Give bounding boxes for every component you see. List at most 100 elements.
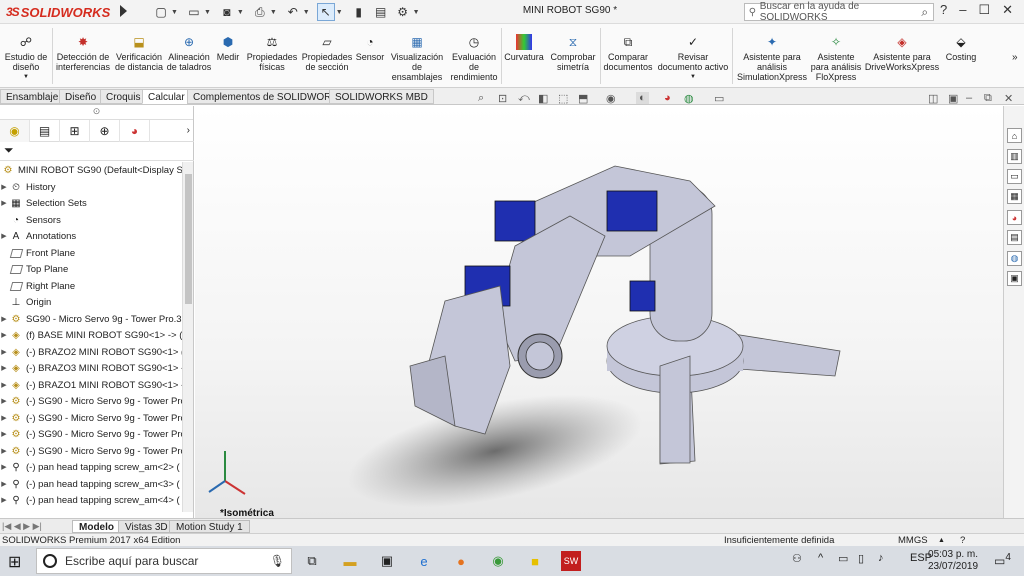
tab-diseno[interactable]: Diseño	[59, 89, 103, 104]
design-library-icon[interactable]: ▥	[1007, 149, 1022, 164]
expand-arrow-icon[interactable]: ▶	[0, 315, 8, 323]
close-icon[interactable]: ✕	[1002, 2, 1013, 18]
viewport-close-icon[interactable]: ✕	[1004, 92, 1013, 105]
tree-item-annotations[interactable]: ▶ A Annotations	[0, 228, 76, 244]
tab-motion-study[interactable]: Motion Study 1	[169, 520, 250, 533]
ribbon-driveworksxpress-button[interactable]: ◈ Asistente para DriveWorksXpress	[864, 26, 940, 72]
notification-icon[interactable]: ▭4	[994, 552, 1011, 568]
file-explorer-icon[interactable]: ▭	[1007, 169, 1022, 184]
tree-item-top-plane[interactable]: Top Plane	[0, 261, 68, 277]
people-icon[interactable]: ⚇	[792, 552, 802, 565]
tree-item-component[interactable]: ▶ ⚙ (-) SG90 - Micro Servo 9g - Tower Pro	[0, 393, 182, 409]
ribbon-check-active-button[interactable]: ✓ Revisar documento activo ▼	[656, 26, 730, 82]
ribbon-mass-properties-button[interactable]: ⚖ Propiedades físicas	[246, 26, 298, 72]
tree-item-component[interactable]: ▶ ◈ (f) BASE MINI ROBOT SG90<1> -> (D	[0, 327, 182, 343]
scene-icon[interactable]: ◍	[684, 92, 694, 105]
tree-item-component[interactable]: ▶ ⚙ (-) SG90 - Micro Servo 9g - Tower Pro	[0, 443, 182, 459]
tile-view-icon[interactable]: ▣	[948, 92, 958, 105]
ribbon-scroll-right-icon[interactable]: »	[1012, 52, 1018, 63]
ribbon-floxpress-button[interactable]: ✧ Asistente para análisis FloXpress	[810, 26, 862, 82]
volume-icon[interactable]: ♪	[878, 552, 884, 564]
file-explorer-taskbar-icon[interactable]: ▬	[340, 551, 360, 571]
display-style-icon[interactable]: ◉	[606, 92, 616, 105]
robot-model[interactable]	[195, 106, 1003, 518]
windows-start-icon[interactable]: ⊞	[8, 552, 21, 572]
search-icon[interactable]: ⌕	[916, 5, 933, 20]
battery-icon[interactable]: ▯	[858, 552, 864, 565]
viewport-restore-icon[interactable]: ⧉	[984, 92, 992, 105]
ribbon-sensor-button[interactable]: ◔ Sensor	[355, 26, 385, 62]
minimize-icon[interactable]: –	[959, 2, 966, 18]
expand-arrow-icon[interactable]: ▶	[0, 496, 8, 504]
ribbon-design-study-button[interactable]: ☍ Estudio de diseño ▼	[2, 26, 50, 82]
graphics-viewport[interactable]	[195, 106, 1003, 518]
split-view-icon[interactable]: ◫	[928, 92, 938, 105]
sticky-notes-icon[interactable]: ■	[525, 551, 545, 571]
expand-arrow-icon[interactable]: ▶	[0, 232, 8, 240]
tree-root[interactable]: ⚙ MINI ROBOT SG90 (Default<Display State	[0, 162, 182, 178]
panel-scroll-right-icon[interactable]: ›	[187, 120, 194, 141]
dynamic-annotation-icon[interactable]: ⬚	[558, 92, 568, 105]
section-view-icon[interactable]: ◧	[538, 92, 548, 105]
edge-icon[interactable]: e	[414, 551, 434, 571]
task-view-icon[interactable]: ⧉	[302, 551, 322, 571]
tree-item-component[interactable]: ▶ ◈ (-) BRAZO3 MINI ROBOT SG90<1> ->	[0, 360, 182, 376]
help-icon[interactable]: ?	[940, 2, 947, 18]
view-settings-icon[interactable]: ▭	[714, 92, 724, 105]
ribbon-curvature-button[interactable]: Curvatura	[503, 26, 545, 62]
expand-arrow-icon[interactable]: ▶	[0, 381, 8, 389]
tree-item-history[interactable]: ▶ ⏲ History	[0, 179, 55, 195]
expand-arrow-icon[interactable]: ▶	[0, 447, 8, 455]
appearances-icon[interactable]: ◕	[1007, 210, 1022, 225]
feature-manager-tab-icon[interactable]: ◉	[0, 120, 30, 142]
maximize-icon[interactable]: ☐	[978, 2, 990, 18]
ribbon-performance-button[interactable]: ◷ Evaluación de rendimiento	[448, 26, 500, 82]
filter-row[interactable]: ⏷	[0, 143, 194, 161]
zoom-to-fit-icon[interactable]: ⌕	[478, 92, 484, 105]
tree-item-origin[interactable]: ⊥ Origin	[0, 294, 52, 310]
appearance-icon[interactable]: ◕	[664, 92, 671, 104]
panel-grip[interactable]: ⊙	[0, 106, 193, 120]
tab-vistas-3d[interactable]: Vistas 3D	[118, 520, 175, 533]
tab-complementos[interactable]: Complementos de SOLIDWORKS	[187, 89, 351, 104]
ribbon-compare-button[interactable]: ⧉ Comparar documentos	[602, 26, 654, 72]
ribbon-symmetry-button[interactable]: ⧖ Comprobar simetría	[548, 26, 598, 72]
tree-item-component[interactable]: ▶ ⚙ SG90 - Micro Servo 9g - Tower Pro.3<	[0, 311, 182, 327]
previous-view-icon[interactable]: ⤺	[518, 92, 530, 105]
property-manager-tab-icon[interactable]: ▤	[30, 120, 60, 142]
help-search-box[interactable]: ⚲ Buscar en la ayuda de SOLIDWORKS ⌕	[744, 1, 934, 23]
tab-solidworks-mbd[interactable]: SOLIDWORKS MBD	[329, 89, 434, 104]
expand-arrow-icon[interactable]: ▶	[0, 397, 8, 405]
ribbon-hole-alignment-button[interactable]: ⊕ Alineación de taladros	[166, 26, 212, 72]
configuration-manager-tab-icon[interactable]: ⊞	[60, 120, 90, 142]
ribbon-costing-button[interactable]: ⬙ Costing	[942, 26, 980, 62]
tab-calcular[interactable]: Calcular	[142, 89, 191, 104]
hide-show-icon[interactable]: ◐	[636, 92, 649, 104]
firefox-icon[interactable]: ●	[451, 551, 471, 571]
display-manager-tab-icon[interactable]: ◕	[120, 120, 150, 142]
tab-modelo[interactable]: Modelo	[72, 520, 121, 533]
tree-item-front-plane[interactable]: Front Plane	[0, 245, 75, 261]
microphone-icon[interactable]: 🎙	[270, 554, 285, 568]
store-icon[interactable]: ▣	[377, 551, 397, 571]
filter-icon[interactable]: ⏷	[4, 143, 14, 157]
expand-arrow-icon[interactable]: ▶	[0, 364, 8, 372]
tree-item-right-plane[interactable]: Right Plane	[0, 278, 75, 294]
tree-item-sensors[interactable]: ◔ Sensors	[0, 212, 61, 228]
tree-item-component[interactable]: ▶ ⚲ (-) pan head tapping screw_am<2> (	[0, 459, 179, 475]
tab-ensamblaje[interactable]: Ensamblaje	[0, 89, 65, 104]
tree-item-component[interactable]: ▶ ⚲ (-) pan head tapping screw_am<3> (	[0, 476, 179, 492]
solidworks-resources-icon[interactable]: ⌂	[1007, 128, 1022, 143]
tab-scroll-arrows[interactable]: |◀ ◀ ▶ ▶|	[2, 521, 42, 532]
ribbon-measure-button[interactable]: ⬢ Medir	[213, 26, 243, 62]
view-orientation-icon[interactable]: ⬒	[578, 92, 588, 105]
tree-item-component[interactable]: ▶ ⚙ (-) SG90 - Micro Servo 9g - Tower Pro	[0, 426, 182, 442]
expand-arrow-icon[interactable]: ▶	[0, 199, 8, 207]
expand-arrow-icon[interactable]: ▶	[0, 414, 8, 422]
system-clock[interactable]: 05:03 p. m. 23/07/2019	[928, 549, 978, 573]
tree-item-component[interactable]: ▶ ⚙ (-) SG90 - Micro Servo 9g - Tower Pro	[0, 410, 182, 426]
tab-croquis[interactable]: Croquis	[100, 89, 147, 104]
expand-arrow-icon[interactable]: ▶	[0, 480, 8, 488]
ribbon-section-properties-button[interactable]: ▱ Propiedades de sección	[300, 26, 354, 72]
tree-item-component[interactable]: ▶ ◈ (-) BRAZO2 MINI ROBOT SG90<1> (D	[0, 344, 182, 360]
